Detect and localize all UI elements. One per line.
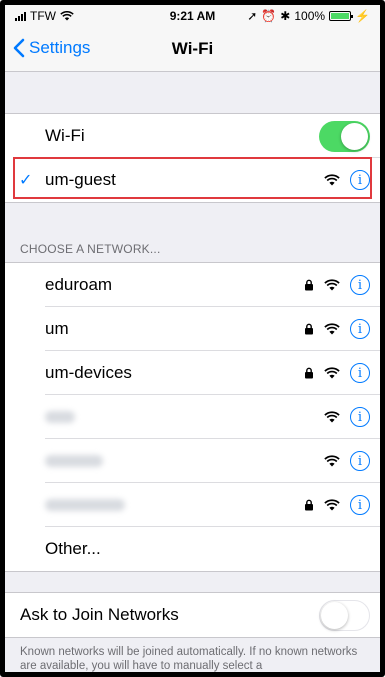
network-row[interactable]: i — [5, 483, 380, 527]
connected-network-row[interactable]: ✓ um-guest i — [5, 158, 380, 202]
network-name: um-devices — [45, 363, 132, 382]
wifi-signal-icon — [324, 499, 340, 511]
info-button[interactable]: i — [350, 170, 370, 190]
battery-icon — [329, 11, 354, 21]
lock-icon — [305, 323, 313, 335]
checkmark-icon: ✓ — [19, 172, 33, 189]
connected-network-name: um-guest — [45, 170, 116, 189]
network-row[interactable]: i — [5, 395, 380, 439]
network-name: um — [45, 319, 69, 338]
wifi-signal-icon — [324, 279, 340, 291]
ask-to-join-group: Ask to Join Networks — [5, 592, 380, 638]
wifi-toggle-row: Wi-Fi — [5, 114, 380, 158]
info-button[interactable]: i — [350, 495, 370, 515]
ask-to-join-row: Ask to Join Networks — [5, 593, 380, 637]
status-right: ➚ ⏰ ✱ 100% ⚡ — [247, 9, 370, 23]
choose-network-header: CHOOSE A NETWORK... — [20, 242, 161, 256]
wifi-label: Wi-Fi — [45, 126, 85, 145]
wifi-signal-icon — [324, 174, 340, 186]
redacted-network-name — [45, 455, 103, 467]
wifi-signal-icon — [324, 367, 340, 379]
location-icon: ➚ — [247, 9, 258, 23]
other-label: Other... — [45, 539, 101, 558]
phone-screen: TFW 9:21 AM ➚ ⏰ ✱ 100% ⚡ Settings Wi-Fi — [0, 0, 385, 677]
network-row[interactable]: eduroam i — [5, 263, 380, 307]
network-row[interactable]: um-devices i — [5, 351, 380, 395]
network-row[interactable]: i — [5, 439, 380, 483]
network-name: eduroam — [45, 275, 113, 294]
info-button[interactable]: i — [350, 275, 370, 295]
lock-icon — [305, 499, 313, 511]
lock-icon — [305, 367, 313, 379]
navigation-bar: Settings Wi-Fi — [5, 27, 380, 72]
page-title: Wi-Fi — [171, 39, 214, 58]
wifi-signal-icon — [324, 455, 340, 467]
info-button[interactable]: i — [350, 451, 370, 471]
footer-description: Known networks will be joined automatica… — [20, 646, 358, 672]
alarm-icon: ⏰ — [261, 9, 277, 23]
redacted-network-name — [45, 411, 75, 423]
info-button[interactable]: i — [350, 407, 370, 427]
lock-icon — [305, 279, 313, 291]
network-row[interactable]: um i — [5, 307, 380, 351]
wifi-signal-icon — [324, 323, 340, 335]
info-button[interactable]: i — [350, 319, 370, 339]
ask-to-join-toggle[interactable] — [319, 599, 370, 631]
wifi-signal-icon — [324, 411, 340, 423]
info-button[interactable]: i — [350, 363, 370, 383]
other-network-row[interactable]: Other... — [5, 527, 380, 571]
redacted-network-name — [45, 499, 125, 511]
status-bar: TFW 9:21 AM ➚ ⏰ ✱ 100% ⚡ — [5, 5, 380, 27]
wifi-toggle[interactable] — [319, 120, 370, 152]
networks-list: eduroam i um i um-devices i i i i Other.… — [5, 262, 380, 572]
battery-percent: 100% — [294, 9, 326, 23]
wifi-group: Wi-Fi ✓ um-guest i — [5, 113, 380, 203]
charging-icon: ⚡ — [355, 9, 370, 23]
bluetooth-icon: ✱ — [280, 9, 291, 23]
ask-to-join-label: Ask to Join Networks — [20, 605, 179, 624]
